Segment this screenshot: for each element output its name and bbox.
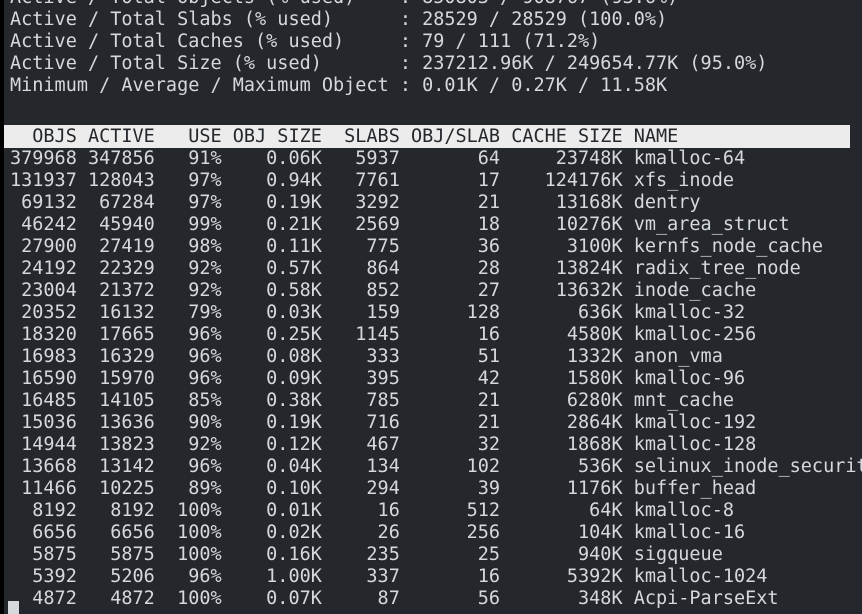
slab-table: 379968 347856 91% 0.06K 5937 64 23748K k… (4, 148, 862, 610)
slabtop-summary: Active / Total Objects (% used) : 850803… (4, 0, 862, 97)
table-row: 8192 8192 100% 0.01K 16 512 64K kmalloc-… (10, 500, 734, 521)
table-row: 46242 45940 99% 0.21K 2569 18 10276K vm_… (10, 214, 790, 235)
table-row: 379968 347856 91% 0.06K 5937 64 23748K k… (10, 148, 746, 169)
table-row: 13668 13142 96% 0.04K 134 102 536K selin… (10, 456, 862, 477)
table-row: 69132 67284 97% 0.19K 3292 21 13168K den… (10, 192, 701, 213)
table-row: 27900 27419 98% 0.11K 775 36 3100K kernf… (10, 236, 824, 257)
terminal-window[interactable]: Active / Total Objects (% used) : 850803… (0, 0, 862, 614)
table-row: 16983 16329 96% 0.08K 333 51 1332K anon_… (10, 346, 723, 367)
summary-line: Active / Total Size (% used) : 237212.96… (10, 53, 768, 74)
table-row: 5875 5875 100% 0.16K 235 25 940K sigqueu… (10, 544, 723, 565)
summary-line: Active / Total Slabs (% used) : 28529 / … (10, 9, 668, 30)
table-row: 24192 22329 92% 0.57K 864 28 13824K radi… (10, 258, 801, 279)
table-column-header: OBJS ACTIVE USE OBJ SIZE SLABS OBJ/SLAB … (4, 125, 850, 148)
table-row: 6656 6656 100% 0.02K 26 256 104K kmalloc… (10, 522, 746, 543)
summary-line: Minimum / Average / Maximum Object : 0.0… (10, 75, 668, 96)
table-row: 4872 4872 100% 0.07K 87 56 348K Acpi-Par… (10, 588, 779, 609)
summary-line: Active / Total Caches (% used) : 79 / 11… (10, 31, 601, 52)
table-row: 16485 14105 85% 0.38K 785 21 6280K mnt_c… (10, 390, 734, 411)
table-row: 11466 10225 89% 0.10K 294 39 1176K buffe… (10, 478, 757, 499)
summary-line: Active / Total Objects (% used) : 850803… (4, 0, 862, 9)
terminal-cursor (8, 601, 19, 614)
table-row: 131937 128043 97% 0.94K 7761 17 124176K … (10, 170, 734, 191)
table-row: 14944 13823 92% 0.12K 467 32 1868K kmall… (10, 434, 757, 455)
table-row: 20352 16132 79% 0.03K 159 128 636K kmall… (10, 302, 746, 323)
terminal-screen: Active / Total Objects (% used) : 850803… (4, 0, 862, 614)
table-row: 15036 13636 90% 0.19K 716 21 2864K kmall… (10, 412, 757, 433)
table-row: 5392 5206 96% 1.00K 337 16 5392K kmalloc… (10, 566, 768, 587)
table-row: 18320 17665 96% 0.25K 1145 16 4580K kmal… (10, 324, 757, 345)
table-row: 23004 21372 92% 0.58K 852 27 13632K inod… (10, 280, 757, 301)
table-row: 16590 15970 96% 0.09K 395 42 1580K kmall… (10, 368, 746, 389)
